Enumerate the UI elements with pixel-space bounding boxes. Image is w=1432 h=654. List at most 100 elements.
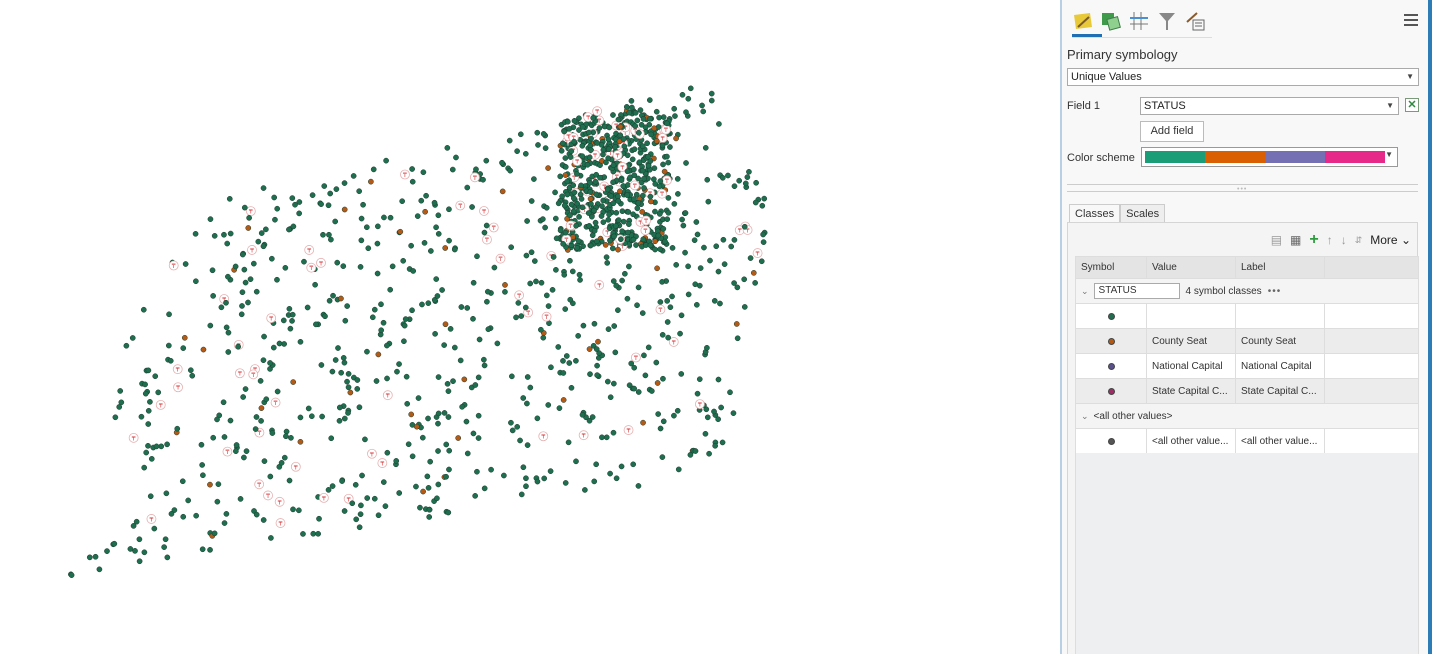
reverse-icon[interactable]: ⇵ (1355, 235, 1363, 246)
map-point[interactable] (523, 252, 530, 259)
map-point[interactable] (548, 364, 554, 371)
label-cell[interactable]: State Capital C... (1236, 379, 1325, 403)
map-canvas[interactable]: ₸ ₸ ₸ ₸ ₸ ₸ ₸ ₸ ₸ ₸ ₸ ₸ ₸ ₸ ₸ ₸ ₸ ₸ ₸ ₸ ₸ ₸ ₸ ₸ ₸ ₸ ₸ ₸ ₸ ₸ ₸ ₸ ₸ ₸ ₸ ₸ ₸ ₸ ₸ ₸… (0, 0, 1060, 654)
symbol-cell[interactable] (1076, 354, 1147, 378)
map-point[interactable] (287, 325, 294, 332)
map-point[interactable] (473, 166, 479, 173)
map-point[interactable] (441, 410, 448, 416)
map-point[interactable] (258, 405, 265, 411)
map-point[interactable] (310, 530, 317, 537)
map-point[interactable] (147, 398, 153, 405)
map-point-marker[interactable]: ₸ (660, 124, 671, 135)
map-point-marker[interactable]: ₸ (640, 225, 651, 236)
map-point[interactable] (717, 300, 723, 307)
map-point[interactable] (312, 281, 318, 288)
map-point[interactable] (364, 348, 370, 355)
map-point[interactable] (603, 254, 610, 261)
map-point[interactable] (193, 512, 200, 519)
map-point[interactable] (435, 410, 442, 417)
map-point[interactable] (274, 388, 281, 395)
map-point[interactable] (547, 468, 554, 474)
map-point[interactable] (481, 485, 488, 492)
map-point[interactable] (145, 367, 152, 374)
map-point[interactable] (380, 319, 387, 326)
map-point[interactable] (612, 143, 619, 150)
map-point[interactable] (600, 197, 607, 204)
map-point[interactable] (353, 516, 360, 523)
map-point[interactable] (607, 470, 613, 477)
map-point[interactable] (518, 313, 525, 319)
map-point[interactable] (260, 243, 267, 250)
map-point[interactable] (223, 299, 229, 306)
map-point[interactable] (587, 242, 594, 249)
map-point[interactable] (662, 238, 668, 245)
map-point[interactable] (435, 420, 441, 427)
map-point[interactable] (363, 224, 370, 231)
map-point[interactable] (252, 426, 259, 432)
map-point[interactable] (600, 219, 607, 226)
map-point[interactable] (286, 226, 292, 233)
map-point[interactable] (326, 297, 333, 304)
symbol-cell[interactable] (1076, 304, 1147, 328)
map-point[interactable] (555, 200, 562, 207)
map-point[interactable] (736, 177, 743, 184)
group-options-icon[interactable]: ••• (1268, 286, 1282, 297)
map-point[interactable] (566, 125, 573, 132)
map-point[interactable] (630, 236, 637, 243)
map-point[interactable] (741, 276, 748, 283)
value-cell[interactable]: County Seat (1147, 329, 1236, 353)
map-point[interactable] (606, 211, 612, 218)
map-point[interactable] (715, 268, 722, 275)
map-point[interactable] (480, 176, 486, 183)
map-point[interactable] (734, 335, 741, 342)
map-point[interactable] (329, 368, 336, 375)
map-point[interactable] (587, 195, 594, 202)
map-point-marker[interactable]: ₸ (594, 280, 605, 290)
map-point[interactable] (637, 107, 644, 113)
map-point[interactable] (507, 167, 514, 174)
map-point[interactable] (446, 447, 453, 454)
map-point[interactable] (615, 217, 622, 223)
map-point[interactable] (741, 223, 748, 230)
map-point[interactable] (705, 198, 712, 205)
map-point[interactable] (682, 249, 688, 256)
map-point[interactable] (570, 182, 577, 189)
map-point[interactable] (345, 384, 352, 391)
map-point[interactable] (574, 245, 580, 251)
map-point[interactable] (450, 378, 456, 384)
map-point[interactable] (590, 115, 597, 121)
map-point[interactable] (232, 263, 239, 270)
map-point[interactable] (371, 306, 378, 313)
map-point[interactable] (419, 301, 425, 308)
map-point[interactable] (659, 454, 666, 460)
map-point[interactable] (568, 148, 575, 154)
map-point[interactable] (123, 342, 130, 349)
map-point[interactable] (224, 240, 231, 247)
map-point[interactable] (742, 180, 749, 187)
map-point-marker[interactable]: ₸ (245, 206, 256, 217)
map-point[interactable] (441, 342, 447, 348)
map-point[interactable] (375, 512, 382, 519)
map-point[interactable] (384, 375, 390, 382)
map-point[interactable] (579, 124, 586, 130)
map-point[interactable] (271, 194, 278, 201)
map-point[interactable] (308, 413, 315, 420)
map-point[interactable] (145, 442, 151, 449)
map-point[interactable] (313, 321, 319, 328)
map-point[interactable] (435, 481, 442, 488)
map-point[interactable] (520, 395, 527, 401)
map-point[interactable] (677, 330, 683, 337)
map-point[interactable] (673, 261, 680, 268)
map-point[interactable] (447, 326, 454, 332)
map-point-marker[interactable]: ₸ (304, 245, 315, 255)
map-point[interactable] (292, 201, 298, 208)
map-point[interactable] (289, 318, 295, 324)
map-point[interactable] (634, 302, 640, 309)
map-point[interactable] (577, 277, 583, 283)
map-view[interactable]: ₸ ₸ ₸ ₸ ₸ ₸ ₸ ₸ ₸ ₸ ₸ ₸ ₸ ₸ ₸ ₸ ₸ ₸ ₸ ₸ ₸ ₸ ₸ ₸ ₸ ₸ ₸ ₸ ₸ ₸ ₸ ₸ ₸ ₸ ₸ ₸ ₸ ₸ ₸ ₸… (0, 0, 1060, 654)
map-point-marker[interactable]: ₸ (318, 492, 329, 503)
map-point[interactable] (523, 483, 529, 490)
map-point[interactable] (305, 405, 312, 412)
map-point[interactable] (129, 335, 136, 341)
map-point[interactable] (560, 397, 567, 403)
